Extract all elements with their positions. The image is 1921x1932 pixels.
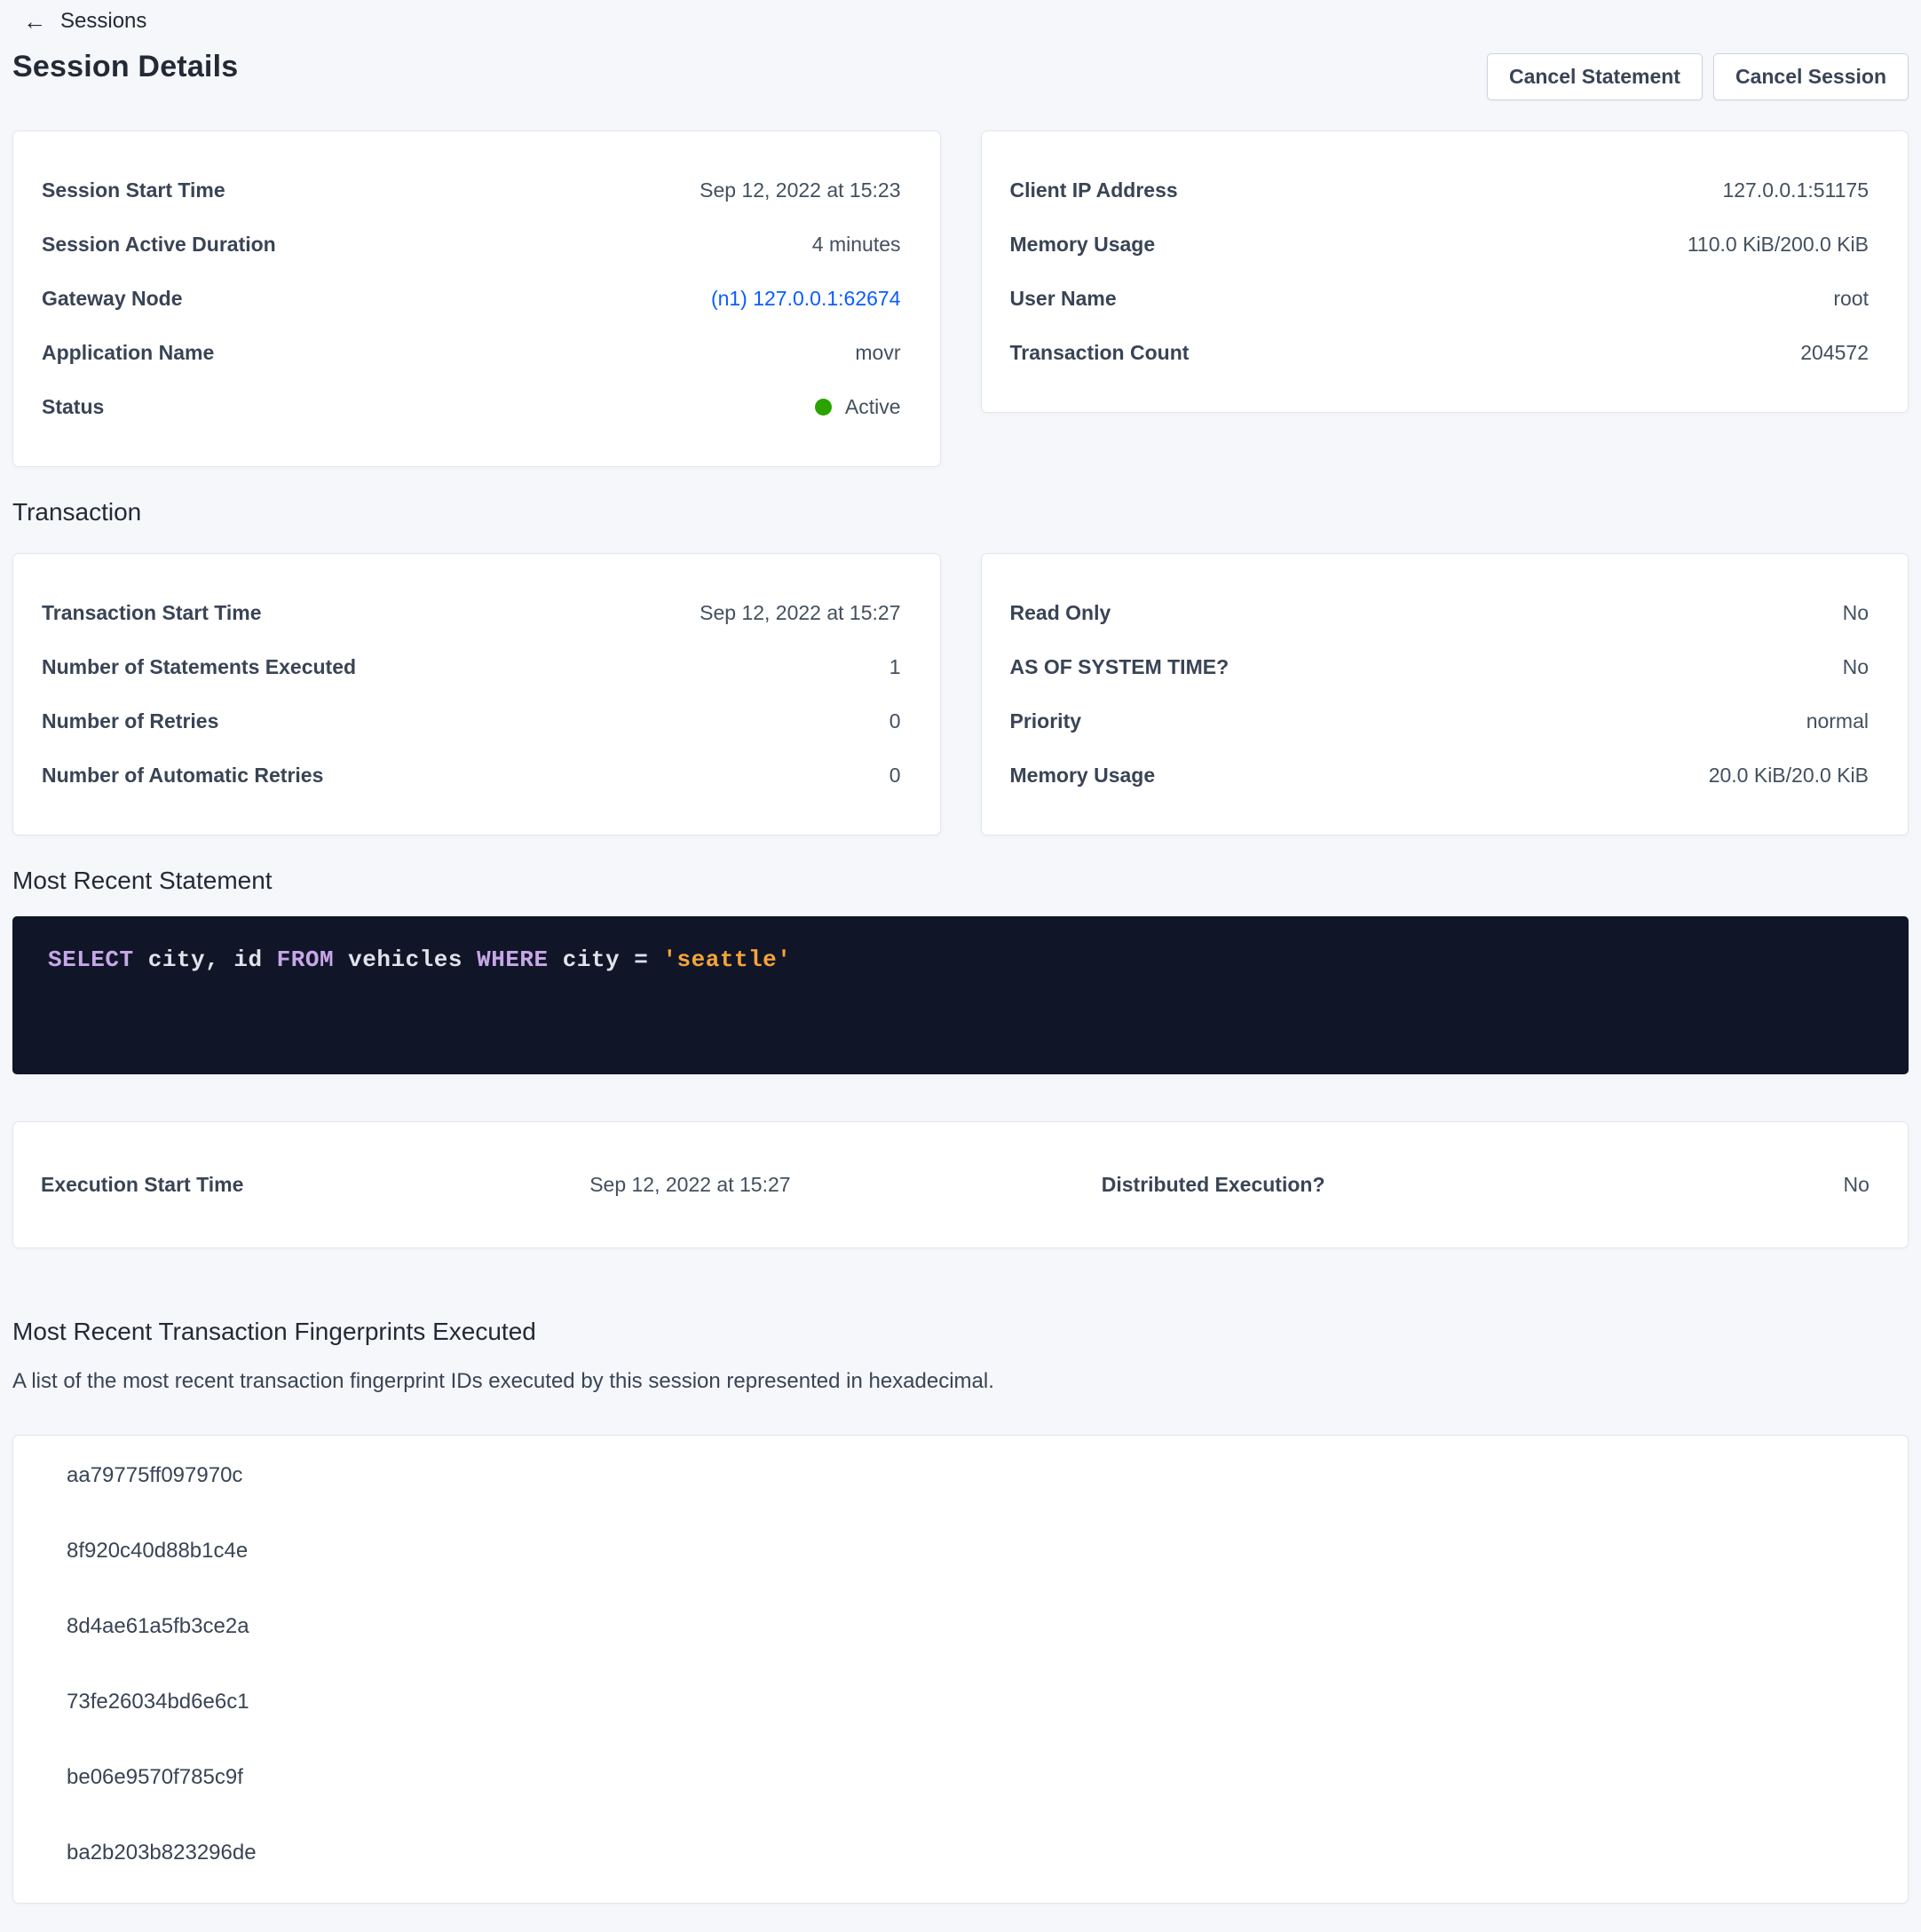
sql-keyword: WHERE (477, 946, 549, 973)
gateway-node-row: Gateway Node (n1) 127.0.0.1:62674 (42, 272, 901, 326)
priority-value: normal (1806, 709, 1869, 733)
sql-plain: vehicles (334, 946, 477, 973)
txn-memory-usage-value: 20.0 KiB/20.0 KiB (1709, 764, 1869, 788)
sql-string-literal: 'seattle' (662, 946, 791, 973)
statements-executed-row: Number of Statements Executed 1 (42, 640, 901, 694)
session-memory-usage-row: Memory Usage 110.0 KiB/200.0 KiB (1010, 218, 1870, 272)
as-of-system-time-value: No (1843, 655, 1869, 679)
session-summary-card-right: Client IP Address 127.0.0.1:51175 Memory… (981, 131, 1909, 413)
gateway-node-link[interactable]: (n1) 127.0.0.1:62674 (711, 287, 901, 311)
priority-label: Priority (1010, 709, 1082, 733)
status-text: Active (845, 395, 901, 419)
fingerprints-description: A list of the most recent transaction fi… (12, 1369, 1909, 1394)
back-link-label: Sessions (60, 9, 146, 34)
sql-keyword: SELECT (48, 946, 134, 973)
transaction-count-label: Transaction Count (1010, 341, 1190, 365)
transaction-start-time-row: Transaction Start Time Sep 12, 2022 at 1… (42, 586, 901, 640)
session-active-duration-label: Session Active Duration (42, 233, 276, 257)
application-name-label: Application Name (42, 341, 214, 365)
session-memory-usage-value: 110.0 KiB/200.0 KiB (1688, 233, 1869, 257)
txn-memory-usage-row: Memory Usage 20.0 KiB/20.0 KiB (1010, 748, 1870, 803)
fingerprint-list-item: be06e9570f785c9f (67, 1739, 1872, 1815)
automatic-retries-row: Number of Automatic Retries 0 (42, 748, 901, 803)
session-active-duration-value: 4 minutes (812, 233, 901, 257)
automatic-retries-value: 0 (889, 764, 901, 788)
application-name-row: Application Name movr (42, 326, 901, 380)
retries-value: 0 (889, 709, 901, 733)
session-active-duration-row: Session Active Duration 4 minutes (42, 218, 901, 272)
client-ip-row: Client IP Address 127.0.0.1:51175 (1010, 163, 1870, 218)
status-label: Status (42, 395, 104, 419)
transaction-card-left: Transaction Start Time Sep 12, 2022 at 1… (12, 553, 941, 835)
transaction-card-right: Read Only No AS OF SYSTEM TIME? No Prior… (981, 553, 1909, 835)
transaction-summary-row: Transaction Start Time Sep 12, 2022 at 1… (12, 553, 1909, 835)
read-only-value: No (1843, 601, 1869, 625)
header-actions: Cancel Statement Cancel Session (1487, 53, 1909, 100)
application-name-value: movr (855, 341, 900, 365)
session-start-time-row: Session Start Time Sep 12, 2022 at 15:23 (42, 163, 901, 218)
session-memory-usage-label: Memory Usage (1010, 233, 1156, 257)
title-row: Session Details Cancel Statement Cancel … (12, 50, 1909, 100)
fingerprint-list-item: 73fe26034bd6e6c1 (67, 1664, 1872, 1739)
retries-row: Number of Retries 0 (42, 694, 901, 748)
fingerprint-list-item: ba2b203b823296de (67, 1815, 1872, 1890)
session-start-time-value: Sep 12, 2022 at 15:23 (700, 178, 900, 202)
execution-start-time-value: Sep 12, 2022 at 15:27 (589, 1173, 790, 1197)
session-summary-row: Session Start Time Sep 12, 2022 at 15:23… (12, 131, 1909, 467)
read-only-label: Read Only (1010, 601, 1111, 625)
fingerprint-list-item: 8d4ae61a5fb3ce2a (67, 1588, 1872, 1664)
as-of-system-time-label: AS OF SYSTEM TIME? (1010, 655, 1229, 679)
read-only-row: Read Only No (1010, 586, 1870, 640)
sql-statement-text: SELECT city, id FROM vehicles WHERE city… (48, 946, 791, 973)
priority-row: Priority normal (1010, 694, 1870, 748)
sql-plain: city, id (134, 946, 277, 973)
transaction-section-heading: Transaction (12, 498, 1909, 527)
most-recent-statement-heading: Most Recent Statement (12, 867, 1909, 895)
transaction-start-time-value: Sep 12, 2022 at 15:27 (700, 601, 900, 625)
execution-start-time-label: Execution Start Time (41, 1173, 479, 1197)
status-value: Active (815, 395, 901, 419)
as-of-system-time-row: AS OF SYSTEM TIME? No (1010, 640, 1870, 694)
cancel-session-button[interactable]: Cancel Session (1713, 53, 1909, 100)
fingerprint-list-item: 8f920c40d88b1c4e (67, 1513, 1872, 1588)
execution-summary-card: Execution Start Time Sep 12, 2022 at 15:… (12, 1121, 1909, 1248)
fingerprints-card: aa79775ff097970c 8f920c40d88b1c4e 8d4ae6… (12, 1435, 1909, 1904)
fingerprints-section-heading: Most Recent Transaction Fingerprints Exe… (12, 1318, 1909, 1346)
fingerprint-list-item: aa79775ff097970c (67, 1437, 1872, 1513)
sql-keyword: FROM (277, 946, 334, 973)
back-arrow-icon: ← (23, 10, 46, 33)
client-ip-label: Client IP Address (1010, 178, 1178, 202)
transaction-count-value: 204572 (1800, 341, 1869, 365)
transaction-count-row: Transaction Count 204572 (1010, 326, 1870, 380)
sql-plain: city = (549, 946, 663, 973)
sql-statement-box: SELECT city, id FROM vehicles WHERE city… (12, 916, 1909, 1074)
cancel-statement-button[interactable]: Cancel Statement (1487, 53, 1703, 100)
txn-memory-usage-label: Memory Usage (1010, 764, 1156, 788)
distributed-execution-value: No (1844, 1173, 1870, 1197)
back-to-sessions-link[interactable]: ← Sessions (23, 9, 146, 34)
transaction-start-time-label: Transaction Start Time (42, 601, 262, 625)
statements-executed-value: 1 (889, 655, 901, 679)
user-name-row: User Name root (1010, 272, 1870, 326)
status-active-dot-icon (815, 399, 832, 416)
automatic-retries-label: Number of Automatic Retries (42, 764, 323, 788)
gateway-node-label: Gateway Node (42, 287, 183, 311)
client-ip-value: 127.0.0.1:51175 (1722, 178, 1869, 202)
retries-label: Number of Retries (42, 709, 218, 733)
session-details-page: ← Sessions Session Details Cancel Statem… (0, 0, 1921, 1904)
user-name-label: User Name (1010, 287, 1117, 311)
distributed-execution-label: Distributed Execution? (1102, 1173, 1340, 1197)
user-name-value: root (1833, 287, 1869, 311)
session-summary-card-left: Session Start Time Sep 12, 2022 at 15:23… (12, 131, 941, 467)
session-start-time-label: Session Start Time (42, 178, 225, 202)
page-title: Session Details (12, 50, 238, 84)
status-row: Status Active (42, 380, 901, 434)
statements-executed-label: Number of Statements Executed (42, 655, 356, 679)
